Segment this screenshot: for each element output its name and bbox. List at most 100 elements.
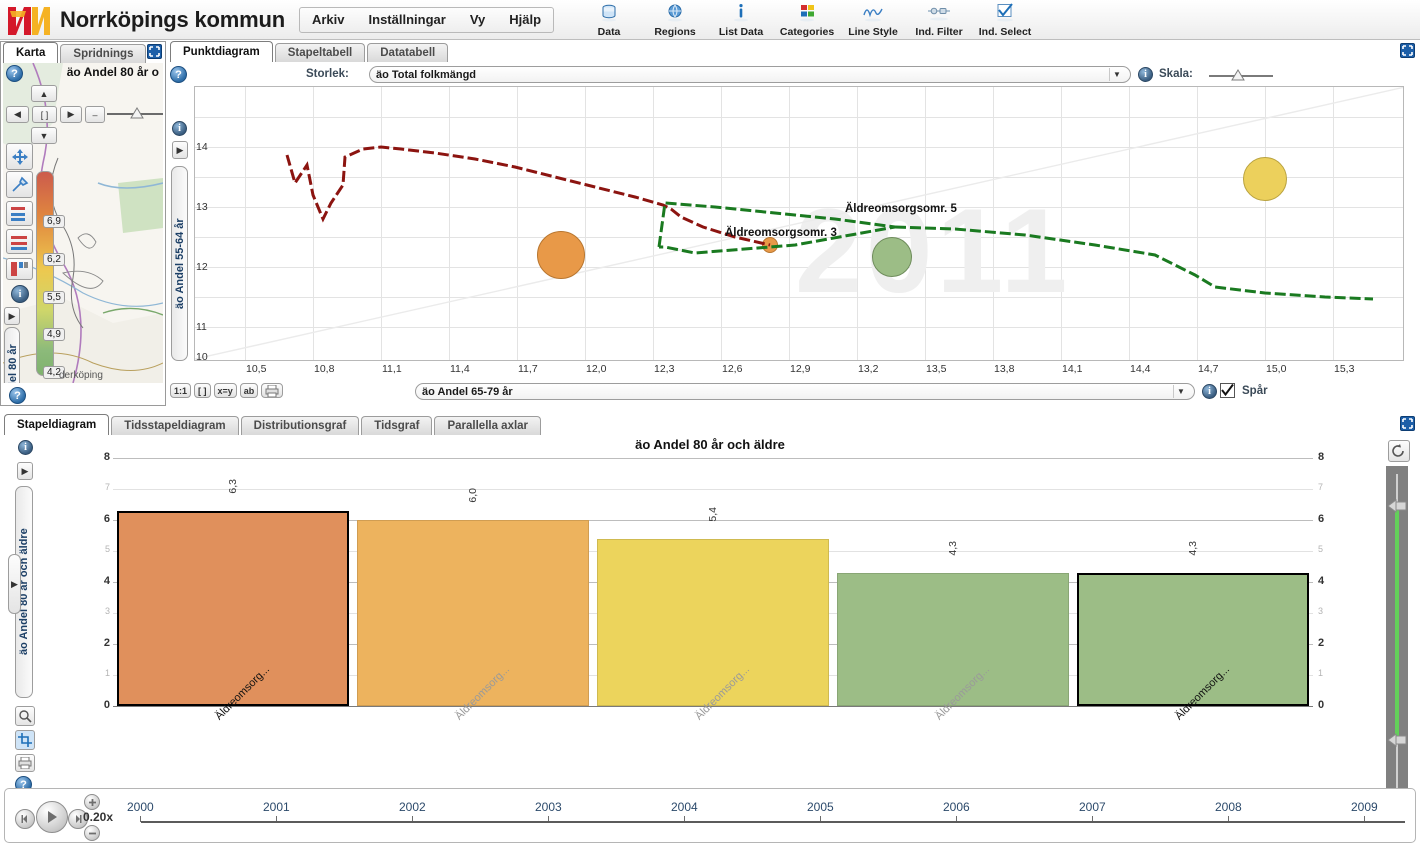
timeline-zoom-out-icon[interactable] bbox=[84, 825, 100, 841]
menu-item-vy[interactable]: Vy bbox=[458, 8, 497, 31]
tab-datatabell[interactable]: Datatabell bbox=[367, 43, 449, 62]
scatter-xtick-5: 12,0 bbox=[586, 363, 607, 375]
map-indicator-vertical-tab[interactable]: äo Andel 80 år bbox=[4, 327, 20, 383]
tab-punktdiagram[interactable]: Punktdiagram bbox=[170, 41, 273, 62]
bar-expand-arrow[interactable]: ▶ bbox=[17, 462, 33, 480]
map-palette-icon[interactable] bbox=[6, 258, 33, 280]
toolbar-button-line-style[interactable]: Line Style bbox=[840, 2, 906, 38]
map-panel-help-icon[interactable]: ? bbox=[9, 387, 26, 404]
timeline-track[interactable] bbox=[141, 821, 1405, 823]
tab-karta[interactable]: Karta bbox=[3, 42, 59, 63]
scatter-expand-button[interactable] bbox=[1400, 43, 1415, 58]
labels-button[interactable]: ab bbox=[239, 383, 259, 398]
map-legend2-icon[interactable] bbox=[6, 229, 33, 254]
timeline-year-2003: 2003 bbox=[535, 800, 562, 814]
map-expand-button[interactable] bbox=[147, 44, 162, 59]
toolbar-buttons: Data Regions List Data Categories Line S… bbox=[576, 2, 1038, 38]
yaxis-variable-tab[interactable]: äo Andel 55-64 år bbox=[171, 166, 188, 361]
scatter-xaxis-ticks: 10,5 10,8 11,1 11,4 11,7 12,0 12,3 12,6 12,9 13,2… bbox=[194, 361, 1404, 377]
xaxis-info-icon[interactable]: i bbox=[1202, 384, 1217, 399]
bar-ytick-2: 2 bbox=[103, 637, 110, 649]
fit-bounds-button[interactable]: [ ] bbox=[194, 383, 211, 398]
toolbar-button-regions[interactable]: Regions bbox=[642, 2, 708, 38]
toolbar-button-data[interactable]: Data bbox=[576, 2, 642, 38]
toolbar-button-categories[interactable]: Categories bbox=[774, 2, 840, 38]
crop-icon[interactable] bbox=[15, 730, 35, 750]
bubble-point-orange-3[interactable] bbox=[762, 237, 778, 253]
chevron-down-icon-x[interactable]: ▼ bbox=[1173, 385, 1188, 398]
legend-value-1: 6,2 bbox=[43, 253, 65, 266]
timeline-zoom-in-icon[interactable] bbox=[84, 794, 100, 810]
xy-equal-button[interactable]: x=y bbox=[213, 383, 237, 398]
menu-item-hjalp[interactable]: Hjälp bbox=[497, 8, 553, 31]
size-info-icon[interactable]: i bbox=[1138, 67, 1153, 82]
map-pan-down-button[interactable]: ▼ bbox=[31, 127, 57, 144]
bar-2[interactable] bbox=[357, 520, 589, 706]
timeline-panel: 0.20x 2000 2001 2002 2003 2004 2005 2006 2007 20… bbox=[4, 788, 1416, 843]
xaxis-variable-value: äo Andel 65-79 år bbox=[422, 385, 513, 398]
bubble-point-green-5[interactable] bbox=[872, 237, 912, 277]
map-pan-tool-icon[interactable] bbox=[6, 143, 33, 170]
bar-expand-button[interactable] bbox=[1400, 416, 1415, 431]
menu-item-arkiv[interactable]: Arkiv bbox=[300, 8, 357, 31]
scale-slider-thumb[interactable] bbox=[1230, 68, 1246, 86]
bar-ytick-7: 7 bbox=[104, 482, 110, 492]
map-pan-up-button[interactable]: ▲ bbox=[31, 85, 57, 102]
tab-parallella-axlar[interactable]: Parallella axlar bbox=[434, 416, 542, 435]
tab-tidsgraf[interactable]: Tidsgraf bbox=[361, 416, 433, 435]
size-variable-combo[interactable]: äo Total folkmängd ▼ bbox=[369, 66, 1131, 83]
print-icon[interactable] bbox=[261, 383, 284, 398]
tab-distributionsgraf[interactable]: Distributionsgraf bbox=[240, 416, 360, 435]
map-home-button[interactable]: [ ] bbox=[32, 106, 57, 123]
search-icon[interactable] bbox=[15, 706, 35, 726]
timeline-play-button[interactable] bbox=[36, 801, 68, 833]
toolbar-button-ind-select[interactable]: Ind. Select bbox=[972, 2, 1038, 38]
scatter-help-icon[interactable]: ? bbox=[170, 66, 187, 83]
toolbar-button-list-data[interactable]: List Data bbox=[708, 2, 774, 38]
timeline-year-2008: 2008 bbox=[1215, 800, 1242, 814]
bar-tabstrip: Stapeldiagram Tidsstapeldiagram Distribu… bbox=[4, 414, 543, 435]
bar-range-slider-track[interactable] bbox=[1386, 466, 1408, 796]
map-canvas[interactable]: äo Andel 80 år o ? ▲ ◀ [ ] ▶ ▼ – i 6,9 6… bbox=[3, 63, 163, 383]
bar-3[interactable] bbox=[597, 538, 829, 706]
bar-reset-undo-icon[interactable] bbox=[1388, 440, 1410, 462]
trace-checkbox[interactable] bbox=[1220, 383, 1235, 398]
map-pan-left-button[interactable]: ◀ bbox=[6, 106, 29, 123]
bar-range-slider-lower-thumb[interactable] bbox=[1387, 732, 1407, 753]
bar-info-icon[interactable]: i bbox=[18, 440, 33, 455]
map-tools-icon[interactable] bbox=[6, 171, 33, 198]
bar-5[interactable] bbox=[1077, 572, 1309, 706]
xaxis-variable-combo[interactable]: äo Andel 65-79 år ▼ bbox=[415, 383, 1195, 400]
yaxis-expand-arrow[interactable]: ▶ bbox=[172, 141, 188, 159]
menu-item-installningar[interactable]: Inställningar bbox=[357, 8, 458, 31]
yaxis-info-icon[interactable]: i bbox=[172, 121, 187, 136]
map-info-icon[interactable]: i bbox=[11, 285, 29, 303]
tab-stapeltabell[interactable]: Stapeltabell bbox=[274, 43, 366, 62]
bar-collapse-handle[interactable]: ▶ bbox=[8, 554, 21, 614]
bar-plot-area[interactable]: 6,3 6,0 5,4 4,3 4,3 bbox=[113, 458, 1313, 707]
legend-value-0: 6,9 bbox=[43, 215, 65, 228]
chevron-down-icon[interactable]: ▼ bbox=[1109, 68, 1124, 81]
tab-tidsstapeldiagram[interactable]: Tidsstapeldiagram bbox=[111, 416, 239, 435]
map-zoom-out-button[interactable]: – bbox=[85, 106, 105, 123]
tab-stapeldiagram[interactable]: Stapeldiagram bbox=[4, 414, 110, 435]
bar-1[interactable] bbox=[117, 510, 349, 706]
bar-print-icon[interactable] bbox=[15, 754, 35, 772]
map-legend-icon[interactable] bbox=[6, 201, 33, 226]
scatter-plot-area[interactable]: 2011 Äldreomsorgsomr. 3 Äldreomsorgsomr.… bbox=[194, 86, 1404, 361]
bubble-point-orange-large[interactable] bbox=[537, 231, 585, 279]
map-vertical-expand-arrow[interactable]: ▶ bbox=[4, 307, 20, 325]
bar-4[interactable] bbox=[837, 572, 1069, 706]
bubble-point-yellow[interactable] bbox=[1243, 157, 1287, 201]
scatter-point-label-3: Äldreomsorgsomr. 3 bbox=[725, 227, 837, 239]
map-pan-right-button[interactable]: ▶ bbox=[60, 106, 82, 123]
scale-1-1-button[interactable]: 1:1 bbox=[170, 383, 192, 398]
map-tabstrip: Karta Spridnings bbox=[3, 42, 148, 63]
map-help-icon[interactable]: ? bbox=[6, 65, 23, 82]
timeline-step-back-button[interactable] bbox=[15, 809, 35, 829]
toolbar-button-ind-filter[interactable]: Ind. Filter bbox=[906, 2, 972, 38]
tab-spridnings[interactable]: Spridnings bbox=[60, 44, 147, 63]
map-zoom-slider-thumb[interactable] bbox=[129, 106, 145, 124]
bar-range-slider-upper-thumb[interactable] bbox=[1387, 498, 1407, 519]
bar-ytick-8: 8 bbox=[103, 451, 110, 463]
